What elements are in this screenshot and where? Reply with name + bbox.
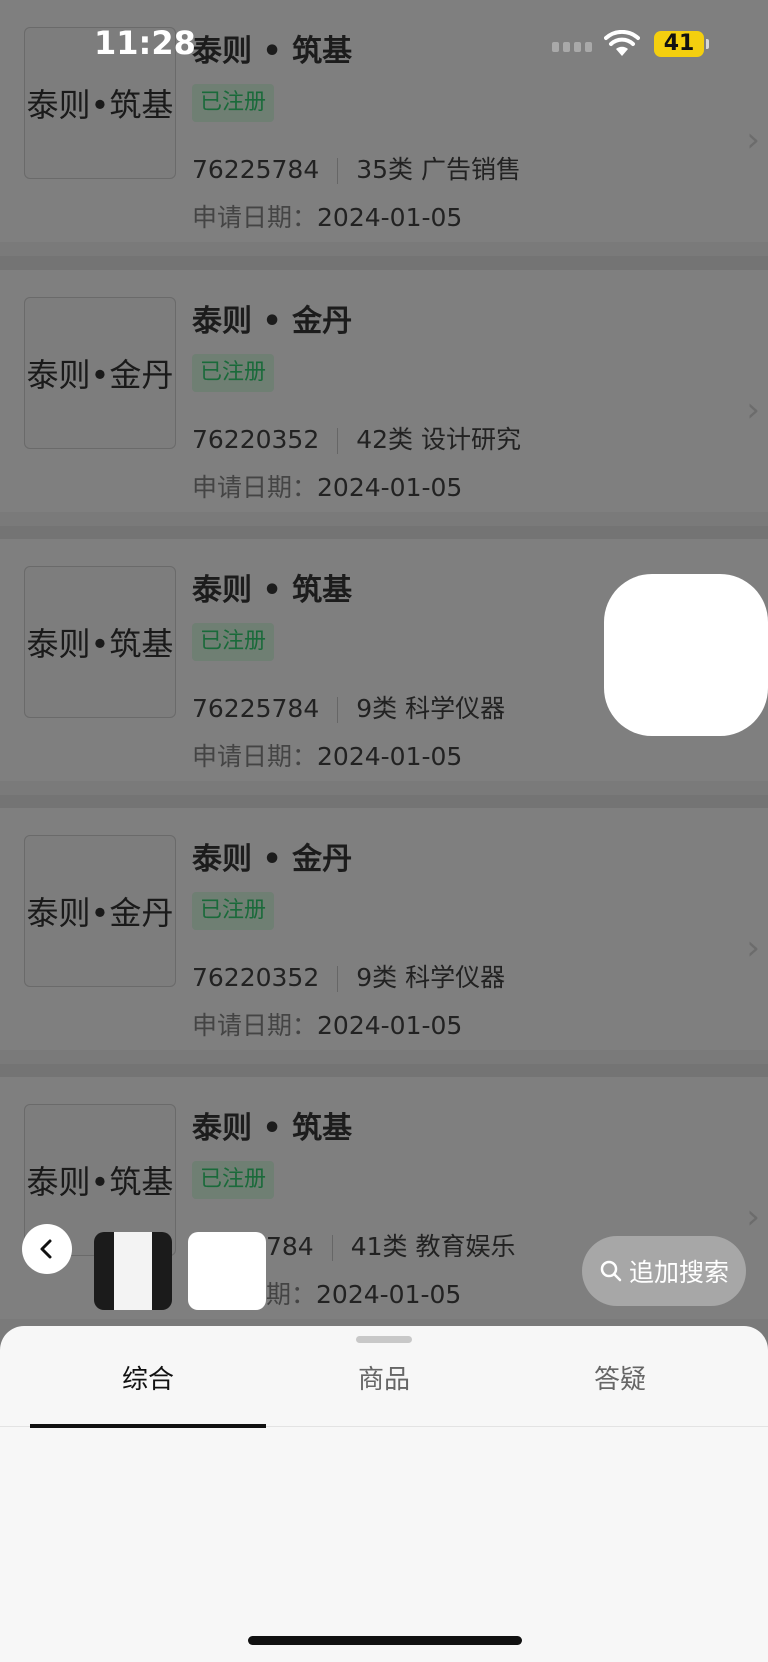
sheet-tabs: 综合 商品 答疑 [0, 1356, 768, 1418]
chevron-right-icon: › [746, 1197, 760, 1237]
date-value: 2024-01-05 [317, 203, 463, 232]
trademark-class: 42类 设计研究 [356, 425, 522, 454]
home-indicator [248, 1636, 522, 1645]
meta-divider [337, 697, 339, 723]
application-date: 申请日期：2024-01-05 [192, 468, 462, 504]
status-badge: 已注册 [192, 1161, 275, 1199]
meta-divider [337, 428, 339, 454]
meta-divider [337, 966, 339, 992]
trademark-title: 泰则 • 金丹 [192, 842, 353, 877]
status-badge: 已注册 [192, 892, 275, 930]
tab-products[interactable]: 商品 [266, 1356, 502, 1404]
cellular-signal-icon [552, 42, 592, 52]
application-date: 申请日期：2024-01-05 [192, 198, 462, 234]
date-value: 2024-01-05 [316, 1280, 462, 1309]
chevron-right-icon: › [746, 120, 760, 160]
card-divider [0, 256, 768, 270]
meta-divider [331, 1235, 333, 1261]
bottom-sheet: 综合 商品 答疑 [0, 1326, 768, 1662]
blank-thumbnail[interactable] [188, 1232, 266, 1310]
application-date: 申请日期：2024-01-05 [192, 1006, 462, 1042]
card-divider [0, 795, 768, 809]
add-search-button[interactable]: 追加搜索 [582, 1236, 746, 1306]
trademark-logo: 泰则•金丹 [24, 835, 176, 987]
search-icon [600, 1260, 622, 1282]
registration-number: 76225784 [192, 694, 320, 723]
trademark-meta: 76220352 9类 科学仪器 [192, 958, 505, 994]
tab-qa[interactable]: 答疑 [502, 1356, 738, 1404]
status-bar: 11:28 41 [0, 0, 768, 90]
date-value: 2024-01-05 [317, 742, 463, 771]
logo-text: 泰则•筑基 [26, 1163, 174, 1201]
date-label: 期： [266, 1280, 317, 1309]
trademark-class: 41类 教育娱乐 [350, 1232, 516, 1261]
tab-comprehensive[interactable]: 综合 [30, 1356, 266, 1404]
battery-level: 41 [654, 31, 704, 57]
trademark-meta: 784 41类 教育娱乐 [266, 1227, 515, 1263]
chevron-left-icon [40, 1239, 52, 1259]
logo-text: 泰则•筑基 [26, 625, 174, 663]
result-card[interactable]: 泰则•金丹 泰则 • 金丹 已注册 76220352 9类 科学仪器 申请日期：2… [0, 808, 768, 1050]
card-divider [0, 1064, 768, 1078]
trademark-class: 35类 广告销售 [356, 155, 522, 184]
chevron-right-icon: › [746, 928, 760, 968]
screenshot-preview [114, 1232, 152, 1310]
trademark-title: 泰则 • 筑基 [192, 1111, 353, 1146]
active-tab-indicator [30, 1424, 266, 1428]
status-badge: 已注册 [192, 354, 275, 392]
wifi-icon [604, 30, 640, 56]
trademark-class: 9类 科学仪器 [356, 694, 506, 723]
date-value: 2024-01-05 [317, 473, 463, 502]
registration-number: 784 [266, 1232, 314, 1261]
application-date: 申请日期：2024-01-05 [192, 737, 462, 773]
status-badge: 已注册 [192, 623, 275, 661]
battery-tip [706, 39, 709, 49]
card-divider [0, 526, 768, 540]
date-value: 2024-01-05 [317, 1011, 463, 1040]
chevron-right-icon: › [746, 390, 760, 430]
date-label: 申请日期： [192, 203, 318, 232]
trademark-meta: 76225784 35类 广告销售 [192, 150, 521, 186]
trademark-title: 泰则 • 筑基 [192, 573, 353, 608]
application-date: 期：2024-01-05 [266, 1275, 461, 1311]
screenshot-thumbnail[interactable] [94, 1232, 172, 1310]
status-time: 11:28 [94, 24, 196, 62]
add-search-label: 追加搜索 [628, 1258, 729, 1287]
trademark-meta: 76225784 9类 科学仪器 [192, 689, 505, 725]
logo-text: 泰则•金丹 [26, 356, 174, 394]
trademark-meta: 76220352 42类 设计研究 [192, 420, 521, 456]
registration-number: 76220352 [192, 963, 320, 992]
registration-number: 76220352 [192, 425, 320, 454]
date-label: 申请日期： [192, 1011, 318, 1040]
trademark-class: 9类 科学仪器 [356, 963, 506, 992]
registration-number: 76225784 [192, 155, 320, 184]
date-label: 申请日期： [192, 473, 318, 502]
trademark-logo: 泰则•筑基 [24, 566, 176, 718]
back-button[interactable] [22, 1224, 72, 1274]
meta-divider [337, 158, 339, 184]
trademark-logo: 泰则•金丹 [24, 297, 176, 449]
date-label: 申请日期： [192, 742, 318, 771]
sheet-drag-handle[interactable] [356, 1336, 412, 1343]
assistive-touch-button[interactable] [604, 574, 768, 736]
result-card[interactable]: 泰则•金丹 泰则 • 金丹 已注册 76220352 42类 设计研究 申请日期：… [0, 270, 768, 512]
logo-text: 泰则•金丹 [26, 894, 174, 932]
trademark-title: 泰则 • 金丹 [192, 304, 353, 339]
